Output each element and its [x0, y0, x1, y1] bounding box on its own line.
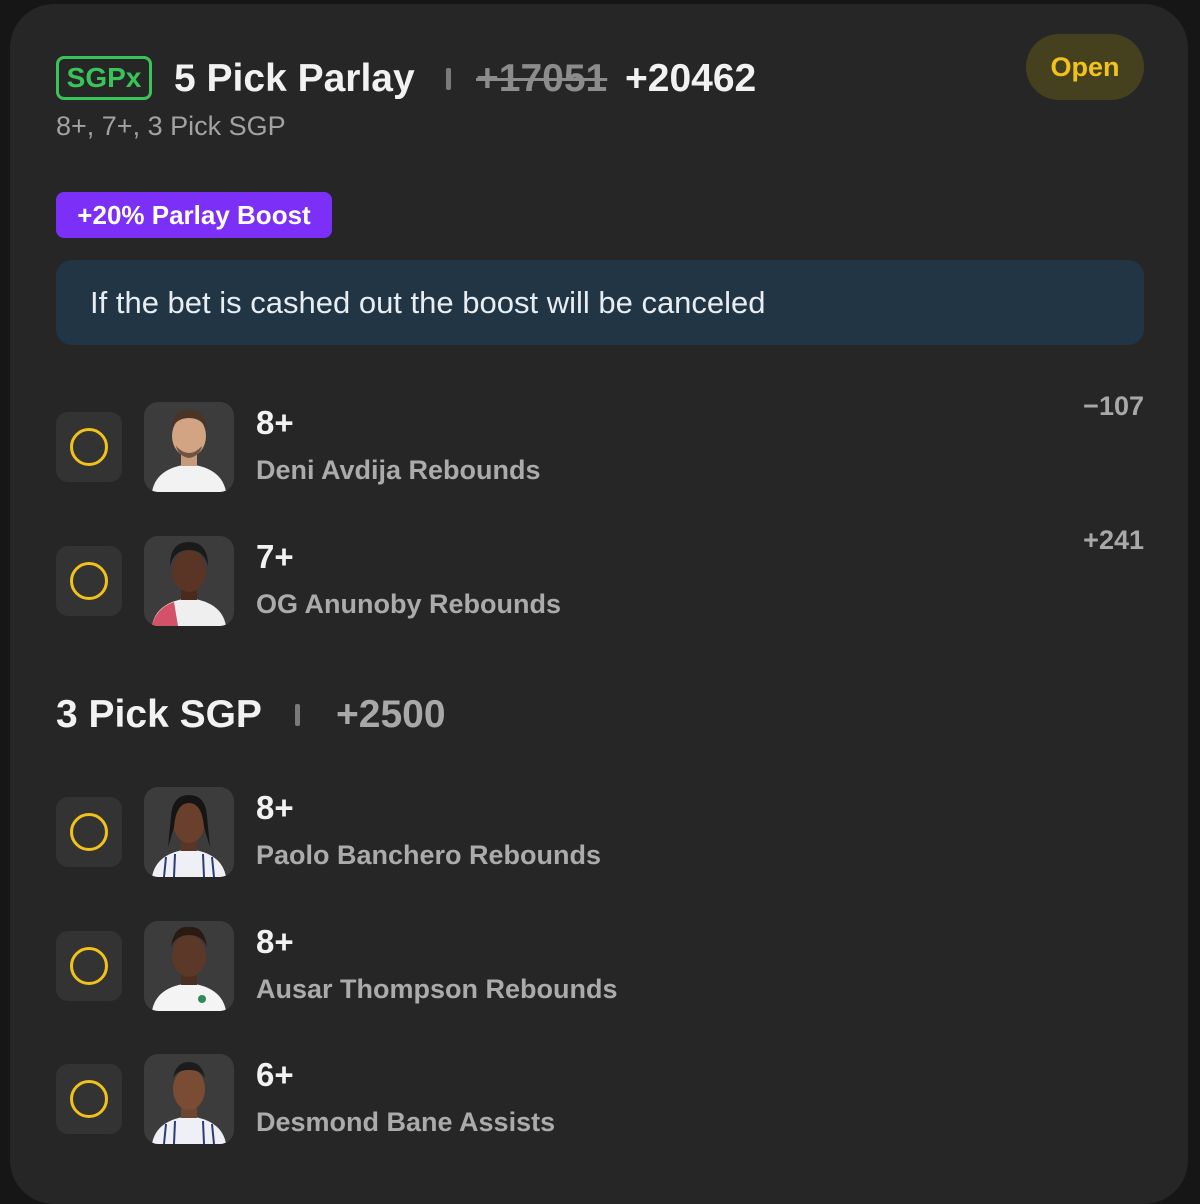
boost-notice-text: If the bet is cashed out the boost will … [90, 284, 766, 320]
original-odds: +17051 [476, 57, 608, 100]
bet-card: SGPx 5 Pick Parlay +17051 +20462 Open 8+… [10, 4, 1188, 1204]
sgpx-badge: SGPx [56, 56, 152, 100]
player-avatar [144, 402, 234, 492]
leg-status-indicator [56, 797, 122, 867]
boosted-odds: +20462 [625, 57, 757, 100]
player-headshot-icon [152, 1062, 226, 1144]
player-headshot-icon [152, 926, 226, 1011]
title-divider [446, 68, 451, 90]
pick-line: 8+ [256, 923, 294, 960]
parlay-boost-badge: +20% Parlay Boost [56, 192, 332, 238]
player-avatar [144, 921, 234, 1011]
pending-circle-icon [70, 947, 108, 985]
pick-line: 8+ [256, 789, 294, 826]
leg-status-indicator [56, 412, 122, 482]
player-avatar [144, 1054, 234, 1144]
boost-notice: If the bet is cashed out the boost will … [56, 260, 1144, 345]
pick-market: Ausar Thompson Rebounds [256, 974, 618, 1004]
leg-odds: −107 [1083, 391, 1144, 421]
pick-market: Desmond Bane Assists [256, 1107, 556, 1137]
pick-row[interactable]: 6+ Desmond Bane Assists [56, 1054, 1144, 1146]
sgp-odds: +2500 [336, 693, 446, 736]
pick-row[interactable]: 8+ Deni Avdija Rebounds −107 [56, 391, 1144, 494]
player-headshot-icon [152, 409, 226, 492]
leg-odds: +241 [1083, 525, 1144, 555]
pending-circle-icon [70, 428, 108, 466]
pick-line: 6+ [256, 1056, 294, 1093]
pick-row[interactable]: 7+ OG Anunoby Rebounds +241 [56, 525, 1144, 628]
leg-status-indicator [56, 546, 122, 616]
pick-market: OG Anunoby Rebounds [256, 589, 561, 619]
pick-row[interactable]: 8+ Ausar Thompson Rebounds [56, 921, 1144, 1013]
pick-market: Deni Avdija Rebounds [256, 455, 541, 485]
player-avatar [144, 787, 234, 877]
player-headshot-icon [152, 542, 226, 626]
leg-status-indicator [56, 1064, 122, 1134]
parlay-title: 5 Pick Parlay [174, 57, 415, 100]
pending-circle-icon [70, 1080, 108, 1118]
sgp-title: 3 Pick SGP [56, 693, 262, 736]
pending-circle-icon [70, 813, 108, 851]
pick-row[interactable]: 8+ Paolo Banchero Rebounds [56, 787, 1144, 879]
sgp-divider [295, 704, 300, 726]
status-badge: Open [1026, 34, 1144, 100]
pick-line: 8+ [256, 404, 294, 441]
pick-line: 7+ [256, 538, 294, 575]
pending-circle-icon [70, 562, 108, 600]
player-avatar [144, 536, 234, 626]
pick-market: Paolo Banchero Rebounds [256, 840, 602, 870]
parlay-subtitle: 8+, 7+, 3 Pick SGP [56, 111, 286, 141]
player-headshot-icon [152, 795, 226, 877]
leg-status-indicator [56, 931, 122, 1001]
